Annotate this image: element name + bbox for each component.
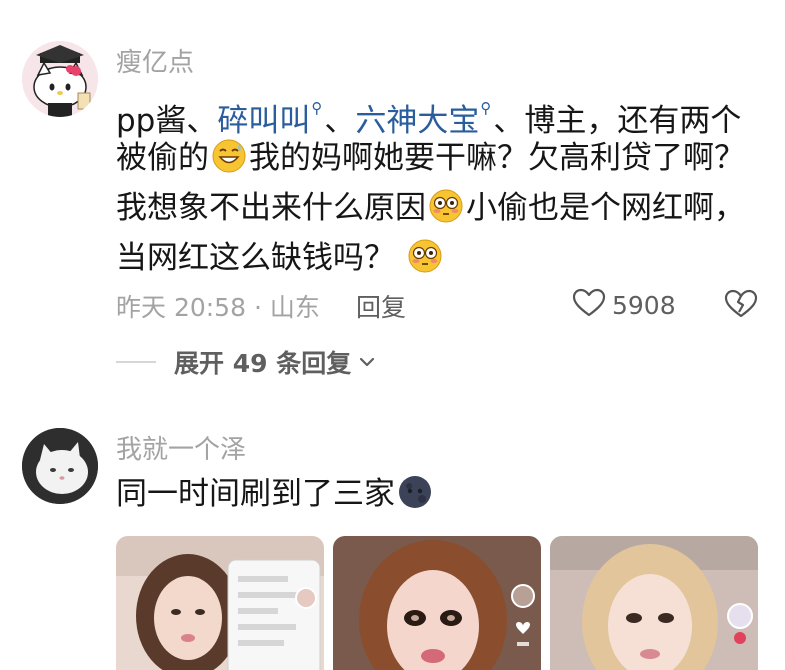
expand-replies-label: 展开 49 条回复 [174,349,352,378]
broken-heart-icon [724,289,758,323]
comment-text-line: pp酱、碎叫叫⚲、六神大宝⚲、博主，还有两个 [116,88,741,141]
flushed-face-emoji-icon [428,188,464,224]
divider-line [116,361,156,363]
comment-author-name[interactable]: 我就一个泽 [116,429,246,466]
comment-text-line: 当网红这么缺钱吗？ [116,238,445,278]
chevron-down-icon [359,353,375,372]
reply-button[interactable]: 回复 [356,288,406,324]
search-icon: ⚲ [480,99,492,117]
comment-text: 我的妈啊她要干嘛？欠高利贷了啊？ [249,140,745,176]
comment-timestamp: 昨天 20:58 · 山东 [116,293,320,322]
search-icon: ⚲ [311,99,323,117]
comment-text-line: 同一时间刷到了三家 [116,474,435,514]
comment-text: 、博主，还有两个 [493,103,742,139]
comment-text: 、 [324,103,356,139]
comment-text: 当网红这么缺钱吗？ [116,240,395,276]
mention-link[interactable]: 碎叫叫 [217,103,310,139]
like-count: 5908 [612,290,676,320]
hello-kitty-avatar[interactable] [22,41,98,117]
flushed-face-emoji-icon [407,238,443,274]
dislike-button[interactable] [724,289,758,323]
comment-text: 我想象不出来什么原因 [116,190,426,226]
attached-image-thumbnail[interactable] [116,536,324,670]
heart-outline-icon [572,288,606,322]
comment-text-line: 被偷的 我的妈啊她要干嘛？欠高利贷了啊？ [116,138,745,178]
comment-text: 被偷的 [116,140,209,176]
new-moon-face-emoji-icon [397,474,433,510]
comment-section: 瘦亿点 pp酱、碎叫叫⚲、六神大宝⚲、博主，还有两个 被偷的 我的妈啊她要干嘛？… [0,0,785,670]
comment-text: pp酱、 [116,103,218,139]
like-button[interactable]: 5908 [572,288,676,322]
comment-text: 小偷也是个网红啊， [466,190,745,226]
mention-link[interactable]: 六神大宝 [355,103,479,139]
comment-text-line: 我想象不出来什么原因 小偷也是个网红啊， [116,188,745,228]
comment-text: 同一时间刷到了三家 [116,476,395,512]
comment-author-name[interactable]: 瘦亿点 [116,42,194,79]
expand-replies-button[interactable]: 展开 49 条回复 [116,344,375,380]
white-cat-avatar[interactable] [22,428,98,504]
attached-image-thumbnail[interactable] [550,536,758,670]
attached-image-thumbnail[interactable] [333,536,541,670]
grinning-sweat-emoji-icon [211,138,247,174]
